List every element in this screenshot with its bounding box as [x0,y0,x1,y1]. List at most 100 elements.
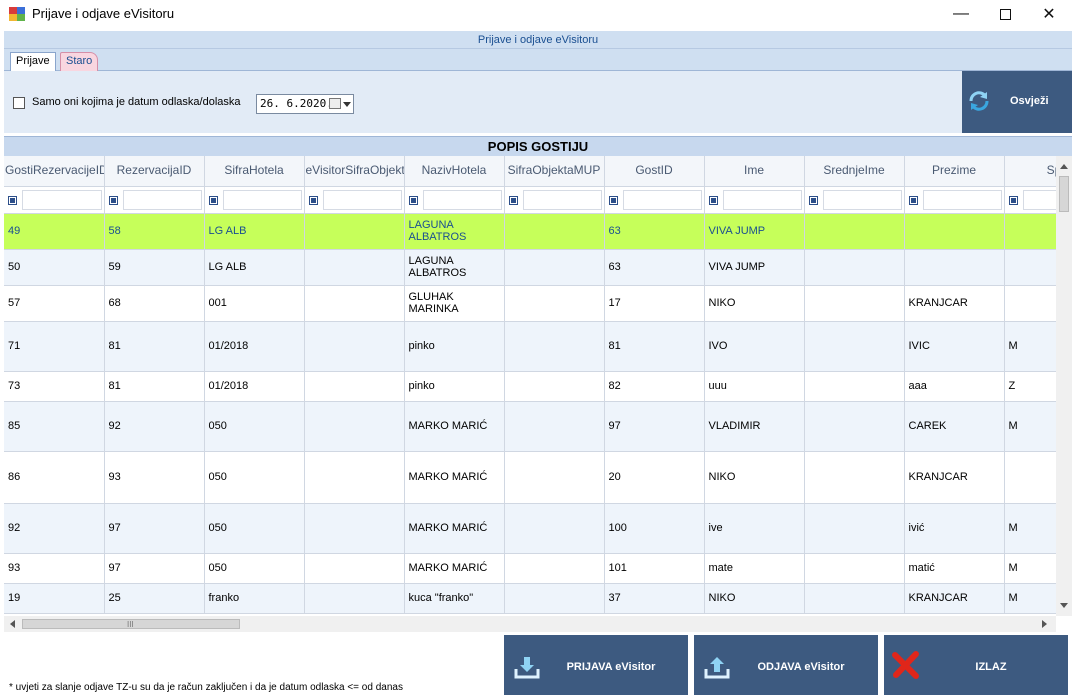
table-cell[interactable]: Z [1004,371,1056,402]
chevron-down-icon[interactable] [343,102,351,107]
table-row[interactable]: 57 68 001 GLUHAK MARINKA 17 NIKO KRANJCAR [4,285,1056,322]
refresh-button[interactable]: Osvježi [962,71,1072,133]
table-row[interactable]: 49 58 LG ALB LAGUNA ALBATROS 63 VIVA JUMP [4,213,1056,250]
filter-input[interactable] [122,189,202,210]
table-cell[interactable]: NIKO [704,451,805,504]
table-cell[interactable] [1004,451,1056,504]
table-cell[interactable] [504,583,605,614]
table-cell[interactable] [804,371,905,402]
table-cell[interactable]: 97 [104,503,205,554]
table-cell[interactable]: pinko [404,321,505,372]
table-row[interactable]: 86 93 050 MARKO MARIĆ 20 NIKO KRANJCAR [4,451,1056,504]
filter-input[interactable] [822,189,902,210]
table-cell[interactable]: VIVA JUMP [704,213,805,250]
table-cell[interactable]: franko [204,583,305,614]
table-cell[interactable]: M [1004,503,1056,554]
table-cell[interactable]: 100 [604,503,705,554]
horizontal-scroll-thumb[interactable]: III [22,619,240,629]
table-cell[interactable]: mate [704,553,805,584]
column-header[interactable]: GostID [604,156,705,187]
filter-icon[interactable] [708,195,718,205]
table-cell[interactable]: pinko [404,371,505,402]
scroll-left-icon[interactable] [10,620,15,628]
table-cell[interactable] [304,213,405,250]
table-cell[interactable] [804,401,905,452]
table-cell[interactable]: 85 [4,401,105,452]
table-cell[interactable]: 19 [4,583,105,614]
filter-icon[interactable] [208,195,218,205]
scroll-right-icon[interactable] [1042,620,1047,628]
table-cell[interactable]: 57 [4,285,105,322]
table-cell[interactable] [304,401,405,452]
filter-icon[interactable] [508,195,518,205]
table-cell[interactable]: 92 [4,503,105,554]
table-cell[interactable] [804,451,905,504]
table-cell[interactable]: 63 [604,213,705,250]
filter-icon[interactable] [408,195,418,205]
table-cell[interactable] [1004,213,1056,250]
filter-icon[interactable] [608,195,618,205]
table-cell[interactable]: KRANJCAR [904,583,1005,614]
scroll-up-icon[interactable] [1060,164,1068,169]
table-cell[interactable] [504,503,605,554]
table-row[interactable]: 71 81 01/2018 pinko 81 IVO IVIC M [4,321,1056,372]
table-cell[interactable]: 20 [604,451,705,504]
date-filter-checkbox[interactable] [13,97,25,109]
column-header[interactable]: GostiRezervacijeID [4,156,105,187]
table-cell[interactable]: 050 [204,553,305,584]
column-header[interactable]: NazivHotela [404,156,505,187]
izlaz-button[interactable]: IZLAZ [884,635,1068,695]
table-cell[interactable]: LG ALB [204,249,305,286]
table-cell[interactable] [804,553,905,584]
filter-icon[interactable] [1008,195,1018,205]
column-header[interactable]: Ime [704,156,805,187]
table-cell[interactable]: M [1004,321,1056,372]
table-cell[interactable]: M [1004,583,1056,614]
filter-input[interactable] [522,189,602,210]
table-cell[interactable]: 050 [204,503,305,554]
table-row[interactable]: 93 97 050 MARKO MARIĆ 101 mate matić M [4,553,1056,584]
table-cell[interactable]: 82 [604,371,705,402]
table-cell[interactable] [304,285,405,322]
table-cell[interactable] [1004,249,1056,286]
column-header[interactable]: Sp [1004,156,1056,187]
table-cell[interactable]: 01/2018 [204,321,305,372]
table-cell[interactable] [504,249,605,286]
table-cell[interactable] [504,451,605,504]
vertical-scrollbar[interactable] [1056,156,1072,616]
table-cell[interactable]: M [1004,401,1056,452]
filter-icon[interactable] [808,195,818,205]
table-cell[interactable] [804,583,905,614]
table-cell[interactable]: IVIC [904,321,1005,372]
column-header[interactable]: SifraObjektaMUP [504,156,605,187]
table-row[interactable]: 19 25 franko kuca "franko" 37 NIKO KRANJCAR M [4,583,1056,614]
filter-input[interactable] [22,189,102,210]
table-cell[interactable] [304,321,405,372]
close-window-button[interactable]: ✕ [1026,0,1072,28]
table-cell[interactable] [304,583,405,614]
table-cell[interactable]: 050 [204,401,305,452]
table-row[interactable]: 50 59 LG ALB LAGUNA ALBATROS 63 VIVA JUMP [4,249,1056,286]
table-cell[interactable] [304,451,405,504]
filter-input[interactable] [922,189,1002,210]
table-cell[interactable]: 81 [104,371,205,402]
table-cell[interactable]: VLADIMIR [704,401,805,452]
table-cell[interactable]: ivić [904,503,1005,554]
table-cell[interactable]: 59 [104,249,205,286]
odjava-evisitor-button[interactable]: ODJAVA eVisitor [694,635,878,695]
column-header[interactable]: SifraHotela [204,156,305,187]
table-cell[interactable] [1004,285,1056,322]
table-cell[interactable]: 49 [4,213,105,250]
table-cell[interactable]: M [1004,553,1056,584]
filter-icon[interactable] [308,195,318,205]
table-cell[interactable]: MARKO MARIĆ [404,401,505,452]
filter-input[interactable] [1022,189,1056,210]
table-cell[interactable]: ive [704,503,805,554]
table-row[interactable]: 73 81 01/2018 pinko 82 uuu aaa Z [4,371,1056,402]
maximize-button[interactable] [982,0,1028,28]
table-cell[interactable] [304,503,405,554]
minimize-button[interactable]: — [938,0,984,28]
table-cell[interactable]: NIKO [704,583,805,614]
table-cell[interactable] [804,321,905,372]
calendar-icon[interactable] [329,98,341,109]
